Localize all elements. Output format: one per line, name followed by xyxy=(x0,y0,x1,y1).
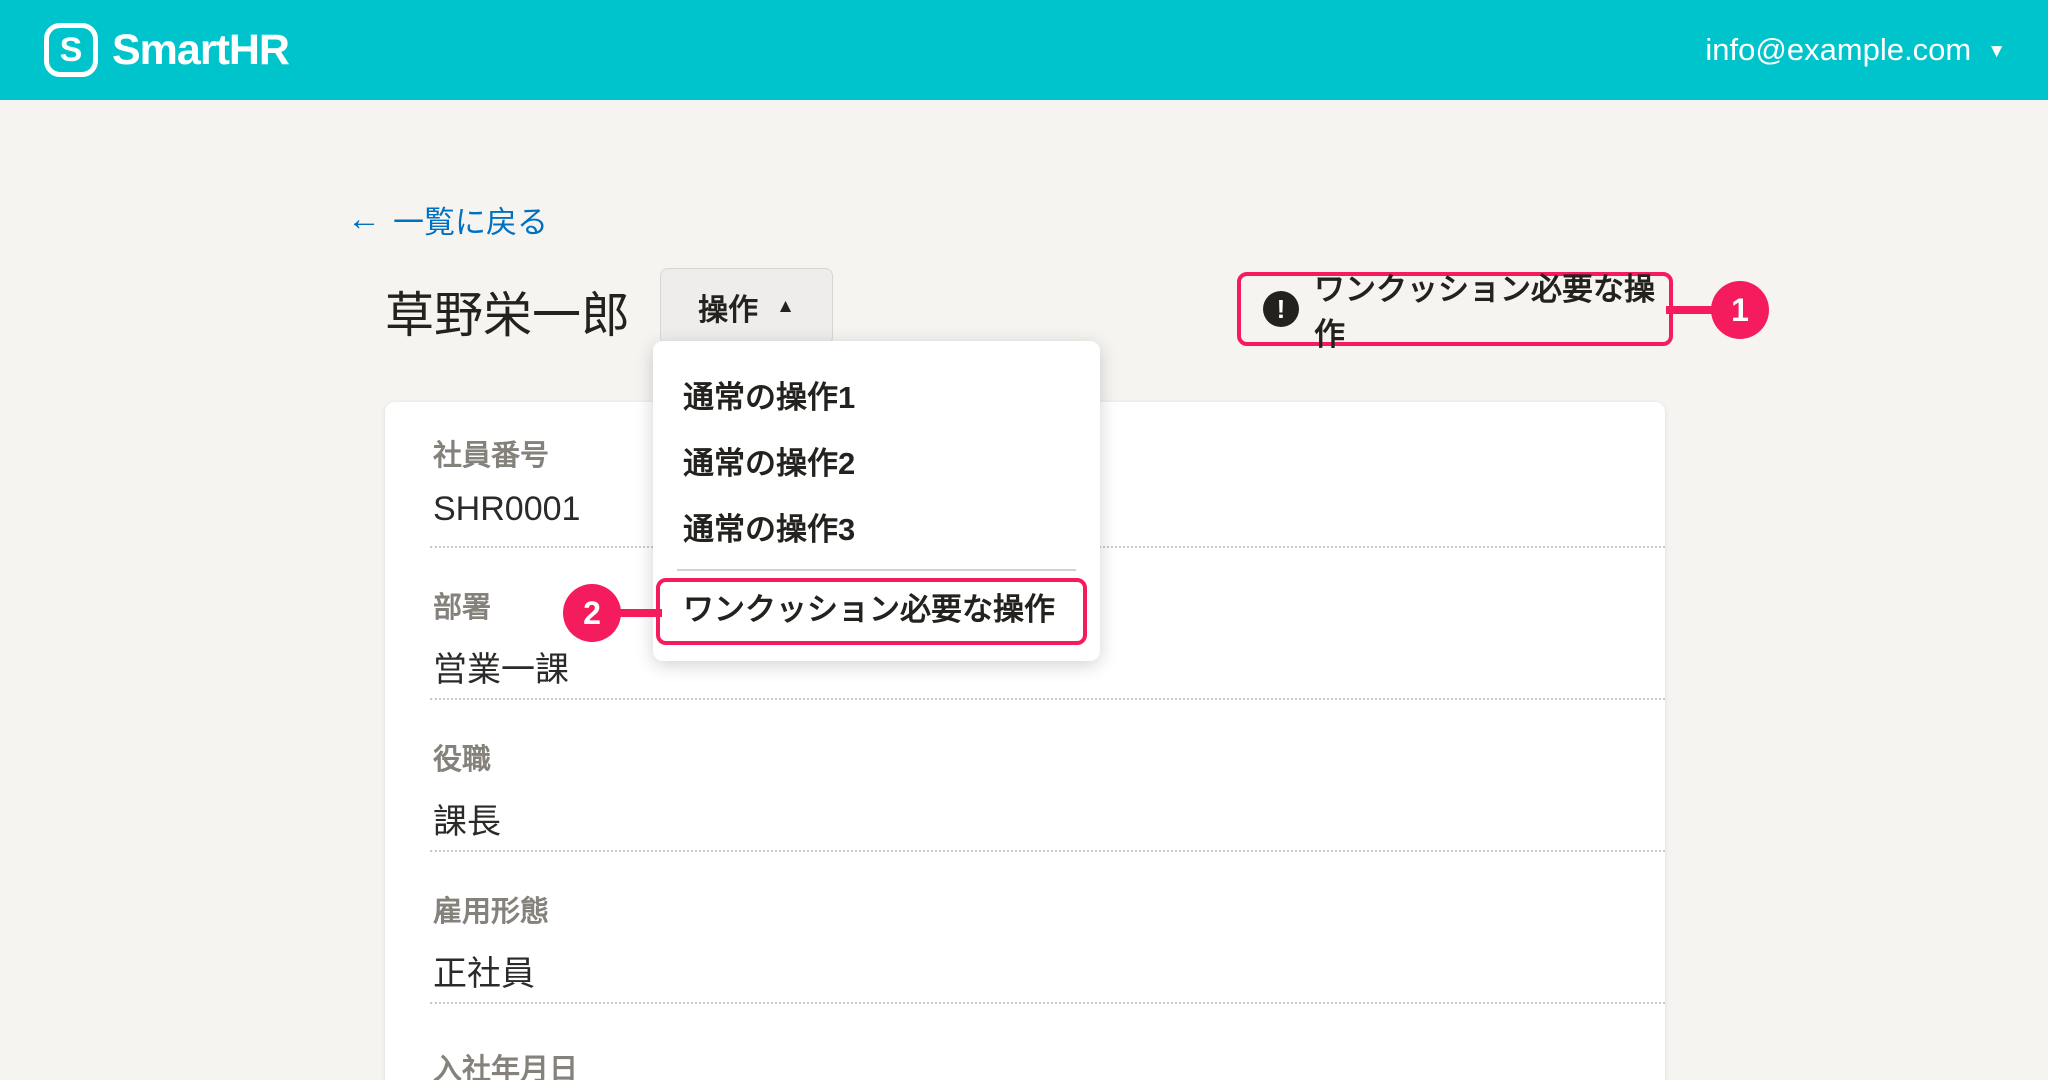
callout-label: ワンクッション必要な操作 xyxy=(1314,272,1655,352)
annotation-marker-2: 2 xyxy=(563,584,621,642)
smarthr-logo: S SmartHR xyxy=(44,23,290,77)
field-value: 正社員 xyxy=(433,955,535,993)
arrow-left-icon: ← xyxy=(347,200,381,238)
menu-item-normal-1[interactable]: 通常の操作1 xyxy=(653,365,1100,431)
field-row-position: 役職 課長 xyxy=(430,700,1665,852)
smarthr-logo-text: SmartHR xyxy=(112,25,290,74)
chevron-down-icon: ▼ xyxy=(1987,41,2006,62)
annotation-connector-1 xyxy=(1666,306,1716,314)
page: S SmartHR info@example.com ▼ ← 一覧に戻る 草野栄… xyxy=(0,0,2048,1080)
page-title: 草野栄一郎 xyxy=(385,289,631,343)
exclamation-icon: ! xyxy=(1263,291,1299,327)
actions-dropdown-button[interactable]: 操作 ▲ xyxy=(660,268,833,345)
back-to-list-link[interactable]: ← 一覧に戻る xyxy=(347,197,548,242)
field-label: 雇用形態 xyxy=(433,896,550,928)
account-menu[interactable]: info@example.com ▼ xyxy=(1705,32,2006,68)
menu-item-cushion-action[interactable]: ワンクッション必要な操作 xyxy=(653,577,1100,643)
actions-button-label: 操作 xyxy=(698,293,759,327)
smarthr-logo-icon: S xyxy=(44,23,98,77)
annotation-connector-2 xyxy=(618,609,662,617)
back-link-label: 一覧に戻る xyxy=(393,205,548,240)
actions-dropdown-menu: 通常の操作1 通常の操作2 通常の操作3 ワンクッション必要な操作 xyxy=(653,341,1100,661)
account-email: info@example.com xyxy=(1705,32,1972,67)
field-row-employment-type: 雇用形態 正社員 xyxy=(430,852,1665,1004)
menu-item-normal-3[interactable]: 通常の操作3 xyxy=(653,497,1100,563)
app-header: S SmartHR info@example.com ▼ xyxy=(0,0,2048,100)
cushion-action-callout: ! ワンクッション必要な操作 xyxy=(1237,272,1673,352)
field-value: 課長 xyxy=(433,803,501,841)
field-label: 役職 xyxy=(433,744,492,776)
field-label: 入社年月日 xyxy=(433,1054,579,1080)
menu-item-normal-2[interactable]: 通常の操作2 xyxy=(653,431,1100,497)
field-row-hire-date: 入社年月日 xyxy=(430,1004,1665,1080)
annotation-marker-1: 1 xyxy=(1711,281,1769,339)
menu-divider xyxy=(677,569,1076,571)
chevron-up-icon: ▲ xyxy=(776,295,795,317)
